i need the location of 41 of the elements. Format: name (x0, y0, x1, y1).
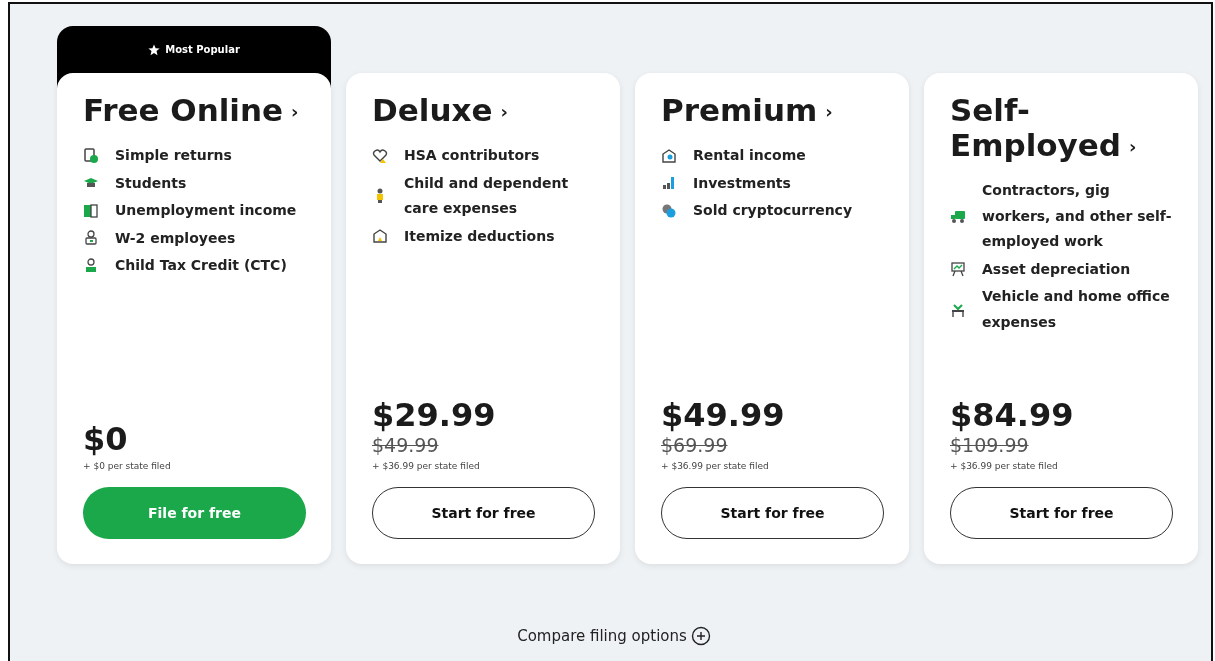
compare-link[interactable]: Compare filing options (517, 626, 711, 646)
original-price: $49.99 (372, 433, 440, 457)
heart-icon (372, 147, 388, 164)
truck-icon (950, 208, 966, 225)
feature-text: Students (115, 173, 187, 193)
feature-text: Unemployment income (115, 201, 297, 220)
price: $0 (83, 421, 129, 457)
feature-text: HSA contributors (404, 146, 540, 165)
start-button[interactable]: Start for free (372, 487, 595, 539)
doc-check-icon (83, 147, 99, 164)
state-fee-note: + $36.99 per state filed (950, 461, 1059, 471)
plus-circle-icon (690, 626, 711, 646)
feature-text: Child and dependent care expenses (404, 173, 570, 218)
feature-text: Investments (693, 173, 791, 193)
price: $84.99 (950, 397, 1075, 433)
easel-chart-icon (950, 261, 966, 278)
bar-chart-icon (661, 175, 677, 192)
price: $29.99 (372, 397, 497, 433)
feature-text: Simple returns (115, 146, 232, 165)
feature-text: Contractors, gig workers, and other self-employed work (982, 181, 1173, 251)
original-price: $109.99 (950, 433, 1030, 457)
house-icon (372, 228, 388, 245)
feature-text: Child Tax Credit (CTC) (115, 256, 287, 275)
start-button[interactable]: Start for free (950, 487, 1173, 539)
original-price: $69.99 (661, 433, 729, 457)
start-button[interactable]: Start for free (661, 487, 884, 539)
feature-text: Rental income (693, 146, 806, 165)
state-fee-note: + $36.99 per state filed (372, 461, 481, 471)
price: $49.99 (661, 397, 786, 433)
coins-icon (661, 202, 677, 219)
door-icon (83, 202, 99, 219)
feature-text: Vehicle and home office expenses (982, 287, 1171, 332)
feature-text: Asset depreciation (982, 259, 1131, 279)
badge-label: Most Popular (165, 44, 240, 55)
feature-text: W-2 employees (115, 228, 236, 248)
worker-icon (83, 230, 99, 247)
feature-text: Sold cryptocurrency (693, 201, 853, 220)
state-fee-note: + $36.99 per state filed (661, 461, 770, 471)
state-fee-note: + $0 per state filed (83, 461, 172, 471)
feature-text: Itemize deductions (404, 226, 555, 246)
star-icon (148, 43, 161, 56)
